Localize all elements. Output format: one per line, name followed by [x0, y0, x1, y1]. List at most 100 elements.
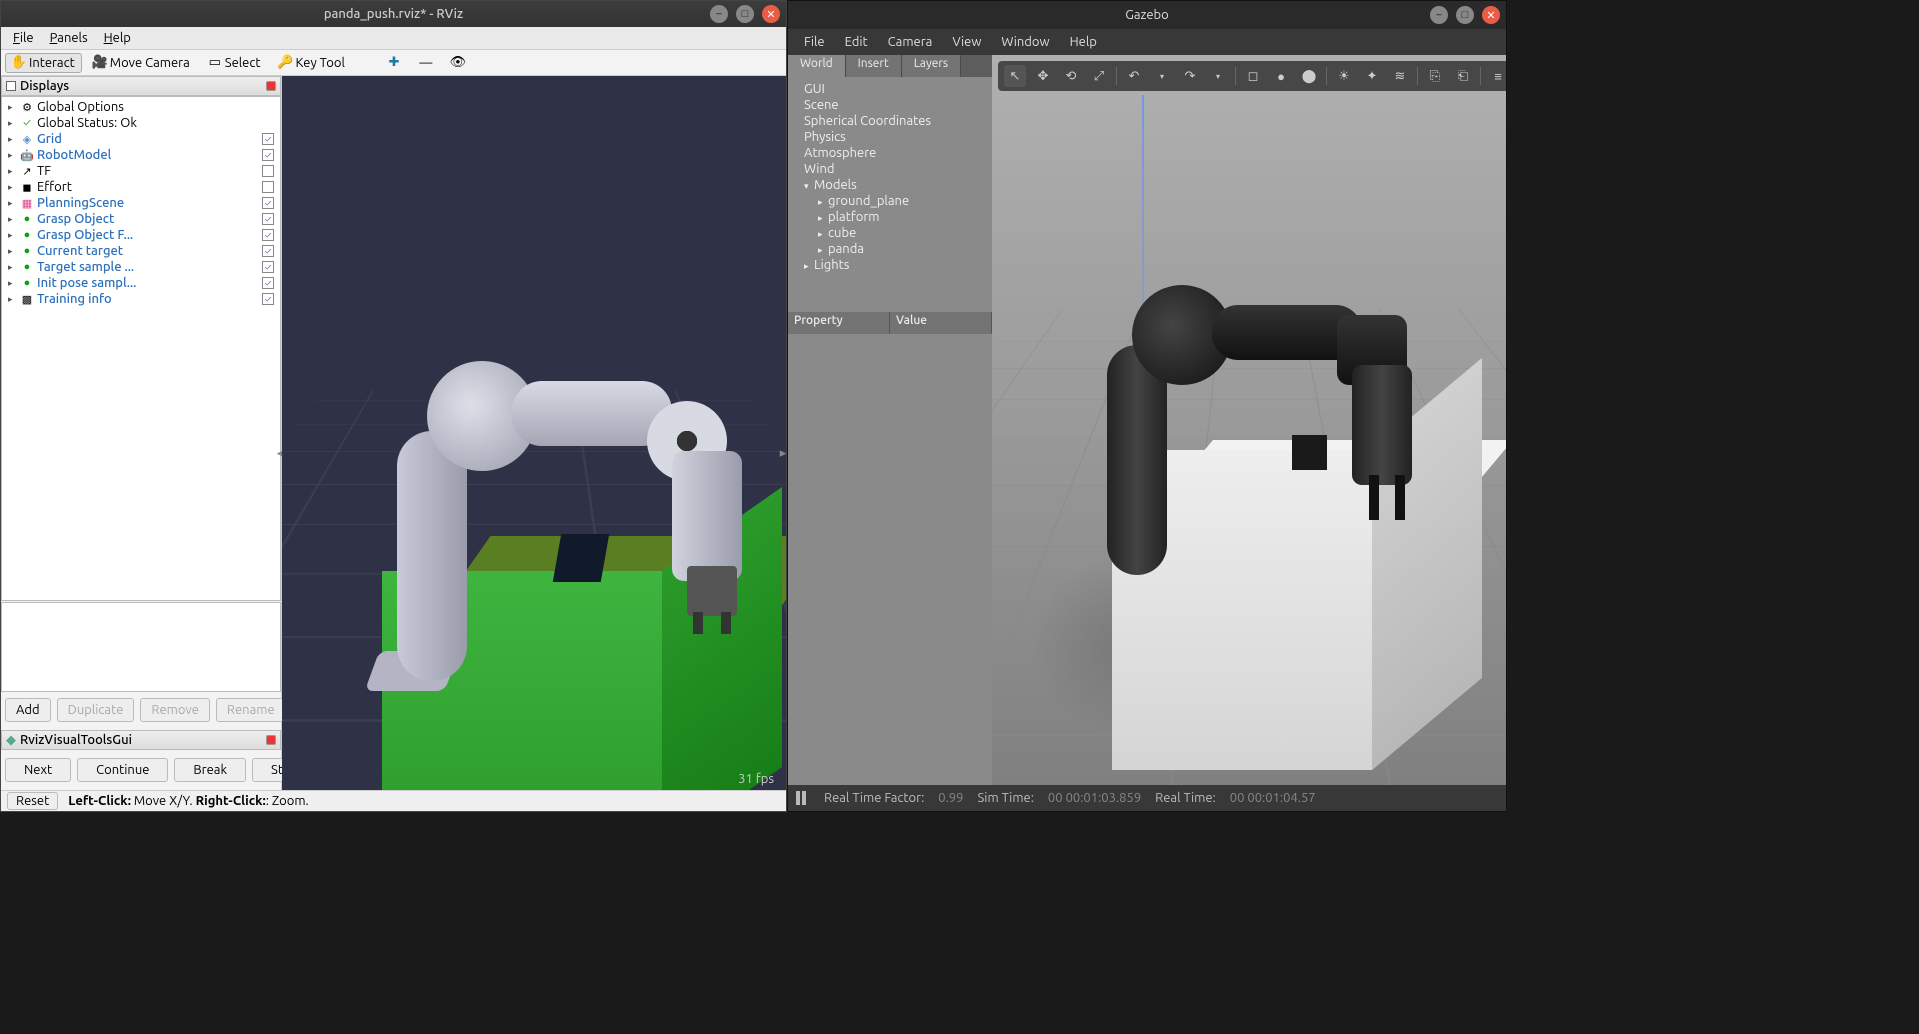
tab-insert[interactable]: Insert — [846, 55, 902, 77]
rvt-header[interactable]: ◆RvizVisualToolsGui — [1, 730, 281, 750]
tree-row[interactable]: ▸●Grasp Object — [6, 211, 280, 227]
tree-row[interactable]: ▸✓Global Status: Ok — [6, 115, 280, 131]
tree-cube[interactable]: ▸cube — [796, 225, 984, 241]
spot-icon[interactable]: ✦ — [1361, 65, 1383, 87]
undo-dd-icon[interactable]: ▾ — [1151, 65, 1173, 87]
chevron-right-icon[interactable]: ▸ — [8, 294, 17, 305]
redo-dd-icon[interactable]: ▾ — [1207, 65, 1229, 87]
tree-lights[interactable]: ▸Lights — [796, 257, 984, 273]
key-tool[interactable]: 🔑Key Tool — [272, 53, 352, 73]
break-button[interactable]: Break — [174, 758, 246, 782]
chevron-right-icon[interactable]: ▸ — [8, 278, 17, 289]
pause-button[interactable] — [796, 791, 810, 805]
next-button[interactable]: Next — [5, 758, 71, 782]
displays-header[interactable]: Displays — [1, 76, 281, 96]
redo-icon[interactable]: ↷ — [1179, 65, 1201, 87]
chevron-right-icon[interactable]: ▸ — [8, 230, 17, 241]
checkbox[interactable] — [262, 229, 274, 241]
tree-row[interactable]: ▸◈Grid — [6, 131, 280, 147]
sphere-icon[interactable]: ● — [1270, 65, 1292, 87]
minimize-button[interactable]: – — [1430, 6, 1448, 24]
menu-file[interactable]: File — [7, 29, 40, 47]
focus-tool[interactable]: ✚ — [380, 53, 408, 73]
tree-wind[interactable]: Wind — [796, 161, 984, 177]
checkbox[interactable] — [262, 197, 274, 209]
rviz-3d-view[interactable]: 31 fps — [282, 76, 786, 790]
tree-row[interactable]: ▸🤖RobotModel — [6, 147, 280, 163]
scale-icon[interactable]: ⤢ — [1088, 65, 1110, 87]
checkbox[interactable] — [262, 261, 274, 273]
tree-scene[interactable]: Scene — [796, 97, 984, 113]
checkbox[interactable] — [262, 245, 274, 257]
align-icon[interactable]: ≡ — [1487, 65, 1506, 87]
dir-icon[interactable]: ≋ — [1389, 65, 1411, 87]
menu-help[interactable]: Help — [98, 29, 137, 47]
tree-atmo[interactable]: Atmosphere — [796, 145, 984, 161]
checkbox[interactable] — [262, 133, 274, 145]
tree-row[interactable]: ▸↗TF — [6, 163, 280, 179]
select-tool[interactable]: ▭Select — [201, 53, 268, 73]
menu-edit[interactable]: Edit — [837, 33, 876, 51]
tree-ground-plane[interactable]: ▸ground_plane — [796, 193, 984, 209]
menu-window[interactable]: Window — [993, 33, 1057, 51]
tab-layers[interactable]: Layers — [902, 55, 961, 77]
tree-row[interactable]: ▸▩Training info — [6, 291, 280, 307]
record-icon[interactable] — [266, 81, 276, 91]
menu-panels[interactable]: Panels — [44, 29, 94, 47]
reset-button[interactable]: Reset — [7, 792, 58, 810]
chevron-right-icon[interactable]: ▸ — [8, 214, 17, 225]
chevron-right-icon[interactable]: ▸ — [8, 134, 17, 145]
close-button[interactable]: ✕ — [1482, 6, 1500, 24]
tree-panda[interactable]: ▸panda — [796, 241, 984, 257]
world-tree[interactable]: GUI Scene Spherical Coordinates Physics … — [788, 77, 992, 312]
paste-icon[interactable]: ⎗ — [1452, 65, 1474, 87]
tree-row[interactable]: ▸●Current target — [6, 243, 280, 259]
record-icon[interactable] — [266, 735, 276, 745]
checkbox[interactable] — [262, 149, 274, 161]
chevron-right-icon[interactable]: ▸ — [8, 246, 17, 257]
move-camera-tool[interactable]: 🎥Move Camera — [86, 53, 197, 73]
tab-world[interactable]: World — [788, 55, 846, 77]
add-button[interactable]: Add — [5, 698, 51, 722]
tree-row[interactable]: ▸●Grasp Object F... — [6, 227, 280, 243]
chevron-right-icon[interactable]: ▸ — [8, 150, 17, 161]
menu-file[interactable]: File — [796, 33, 833, 51]
maximize-button[interactable]: □ — [736, 5, 754, 23]
tree-row[interactable]: ▸▦PlanningScene — [6, 195, 280, 211]
checkbox[interactable] — [262, 213, 274, 225]
property-body[interactable] — [788, 334, 992, 785]
checkbox[interactable] — [262, 165, 274, 177]
menu-help[interactable]: Help — [1062, 33, 1105, 51]
chevron-right-icon[interactable]: ▸ — [8, 166, 17, 177]
tree-row[interactable]: ▸◼Effort — [6, 179, 280, 195]
tree-physics[interactable]: Physics — [796, 129, 984, 145]
tree-row[interactable]: ▸⚙Global Options — [6, 99, 280, 115]
minimize-button[interactable]: – — [710, 5, 728, 23]
interact-tool[interactable]: ✋Interact — [5, 53, 82, 73]
point-tool[interactable]: 👁 — [444, 53, 472, 73]
duplicate-button[interactable]: Duplicate — [57, 698, 135, 722]
checkbox[interactable] — [262, 181, 274, 193]
tree-gui[interactable]: GUI — [796, 81, 984, 97]
displays-tree[interactable]: ▸⚙Global Options▸✓Global Status: Ok▸◈Gri… — [1, 96, 281, 601]
tree-sph[interactable]: Spherical Coordinates — [796, 113, 984, 129]
checkbox[interactable] — [262, 293, 274, 305]
chevron-right-icon[interactable]: ▸ — [8, 118, 17, 129]
chevron-right-icon[interactable]: ▸ — [8, 102, 17, 113]
gazebo-titlebar[interactable]: Gazebo – □ ✕ — [788, 1, 1506, 29]
menu-camera[interactable]: Camera — [880, 33, 941, 51]
box-icon[interactable]: ◻ — [1242, 65, 1264, 87]
tree-platform[interactable]: ▸platform — [796, 209, 984, 225]
chevron-right-icon[interactable]: ▸ — [8, 182, 17, 193]
tree-models[interactable]: ▾Models — [796, 177, 984, 193]
undo-icon[interactable]: ↶ — [1123, 65, 1145, 87]
chevron-right-icon[interactable]: ▸ — [8, 262, 17, 273]
rename-button[interactable]: Rename — [216, 698, 286, 722]
checkbox[interactable] — [262, 277, 274, 289]
rviz-titlebar[interactable]: panda_push.rviz* - RViz – □ ✕ — [1, 1, 786, 27]
arrow-icon[interactable]: ↖ — [1004, 65, 1026, 87]
remove-button[interactable]: Remove — [140, 698, 210, 722]
tree-row[interactable]: ▸●Init pose sampl... — [6, 275, 280, 291]
chevron-right-icon[interactable]: ▸ — [8, 198, 17, 209]
measure-tool[interactable]: — — [412, 53, 440, 73]
